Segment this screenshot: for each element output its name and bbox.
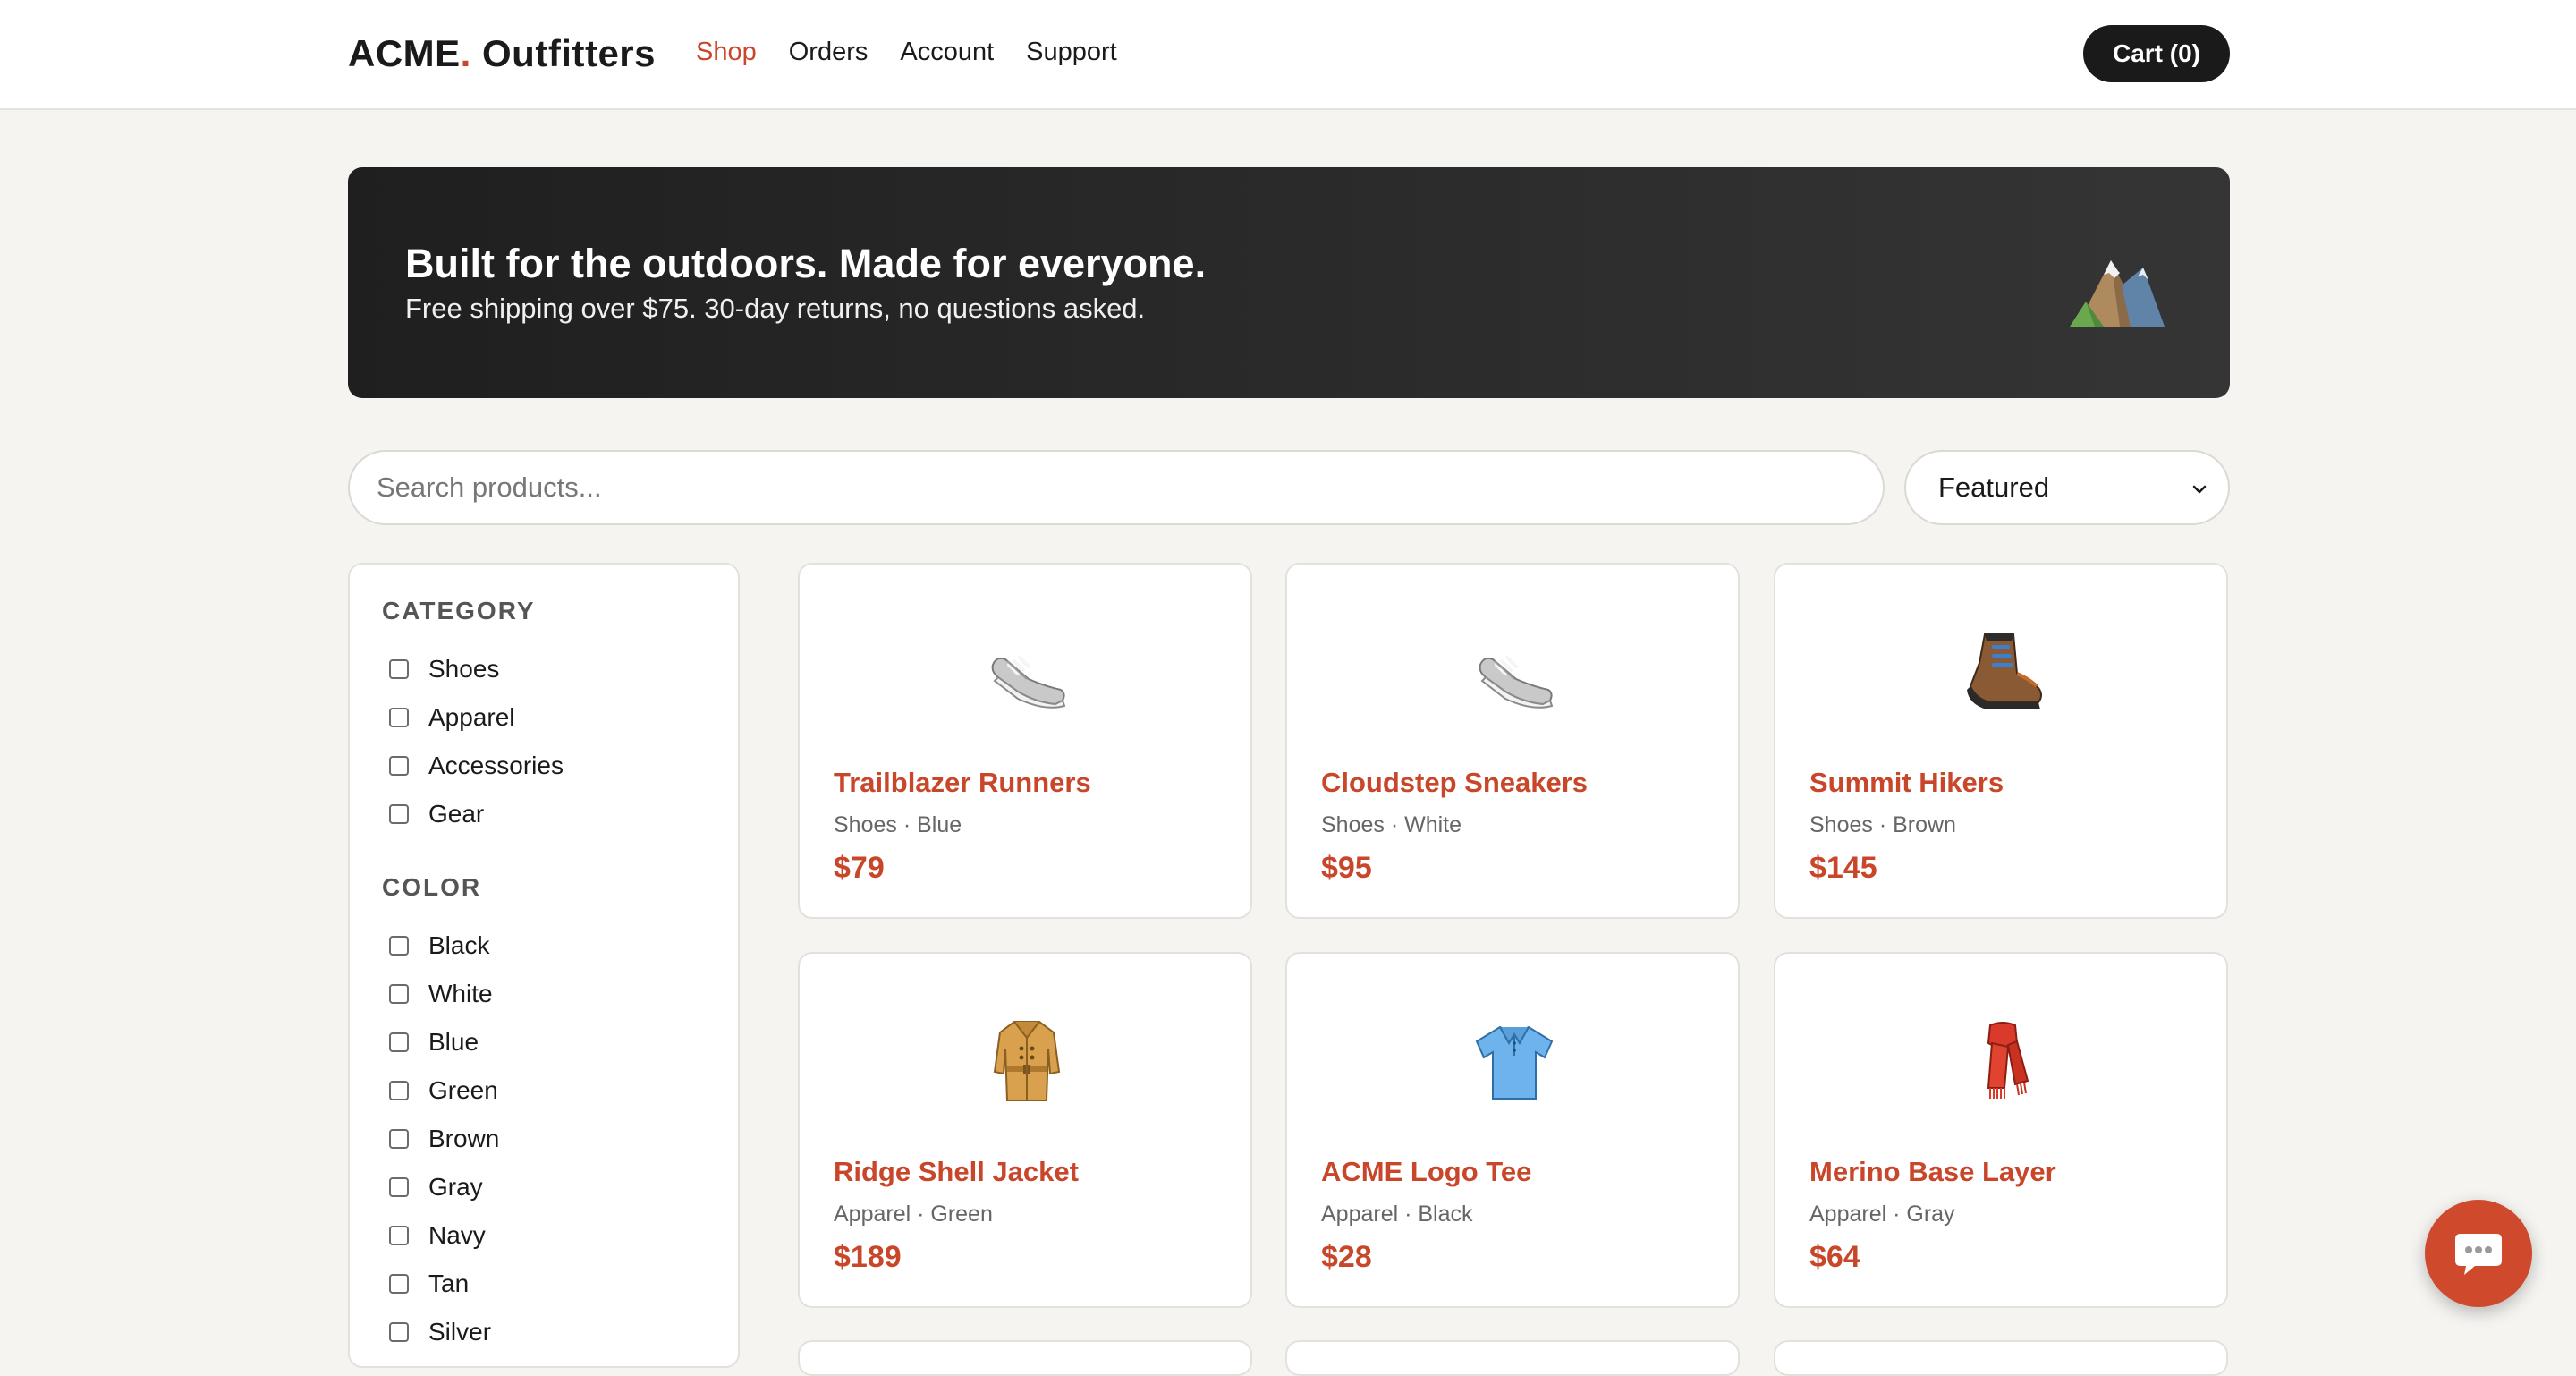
product-name[interactable]: Summit Hikers <box>1809 767 2004 799</box>
filter-color-silver[interactable]: Silver <box>389 1314 491 1350</box>
checkbox[interactable] <box>389 1226 409 1245</box>
product-card[interactable]: ACME Logo Tee Apparel · Black $28 <box>1285 952 1740 1308</box>
filter-color-brown[interactable]: Brown <box>389 1121 499 1157</box>
checkbox[interactable] <box>389 756 409 776</box>
filter-color-gray[interactable]: Gray <box>389 1169 483 1205</box>
filter-label: White <box>428 980 493 1007</box>
cart-button[interactable]: Cart (0) <box>2083 25 2230 82</box>
filter-label: Gear <box>428 800 485 828</box>
checkbox[interactable] <box>389 1081 409 1100</box>
filter-color-navy[interactable]: Navy <box>389 1218 486 1253</box>
product-name[interactable]: Ridge Shell Jacket <box>834 1156 1079 1188</box>
nav-support[interactable]: Support <box>1026 38 1117 67</box>
filter-color-green[interactable]: Green <box>389 1073 498 1108</box>
filter-category-apparel[interactable]: Apparel <box>389 700 515 735</box>
checkbox[interactable] <box>389 1177 409 1197</box>
chevron-down-icon <box>2192 485 2207 494</box>
filter-category-accessories[interactable]: Accessories <box>389 748 564 784</box>
checkbox[interactable] <box>389 1274 409 1294</box>
filter-label: Black <box>428 931 490 959</box>
hiking-boot-icon <box>1967 633 2042 709</box>
nav-account[interactable]: Account <box>900 38 994 67</box>
sort-select[interactable]: Featured <box>1904 450 2230 525</box>
filter-label: Gray <box>428 1173 483 1201</box>
running-shoe-icon <box>1479 656 1554 709</box>
mountain-icon <box>2070 260 2165 327</box>
product-card[interactable] <box>1774 1340 2228 1376</box>
brand-dot: . <box>460 32 471 74</box>
brand-suffix: Outfitters <box>470 32 657 74</box>
product-card[interactable] <box>1285 1340 1740 1376</box>
product-meta: Apparel · Black <box>1321 1202 1473 1227</box>
filter-label: Green <box>428 1076 498 1104</box>
product-price: $145 <box>1809 851 1877 885</box>
product-card[interactable] <box>798 1340 1252 1376</box>
product-name[interactable]: Cloudstep Sneakers <box>1321 767 1588 799</box>
product-name[interactable]: Merino Base Layer <box>1809 1156 2056 1188</box>
product-price: $189 <box>834 1240 902 1274</box>
color-filter-title: COLOR <box>382 873 482 901</box>
product-price: $79 <box>834 851 885 885</box>
scarf-icon <box>1987 1022 2029 1099</box>
filter-label: Brown <box>428 1125 500 1152</box>
checkbox[interactable] <box>389 659 409 679</box>
product-price: $95 <box>1321 851 1372 885</box>
checkbox[interactable] <box>389 708 409 727</box>
filter-sidebar: CATEGORY Shoes Apparel Accessories Gear … <box>348 563 740 1368</box>
checkbox[interactable] <box>389 1322 409 1342</box>
filter-category-shoes[interactable]: Shoes <box>389 651 499 687</box>
product-card[interactable]: Summit Hikers Shoes · Brown $145 <box>1774 563 2228 919</box>
nav-orders[interactable]: Orders <box>789 38 869 67</box>
filter-label: Blue <box>428 1028 479 1056</box>
nav-shop[interactable]: Shop <box>696 38 757 67</box>
filter-color-white[interactable]: White <box>389 976 493 1012</box>
filter-label: Shoes <box>428 655 500 683</box>
sort-selected-value: Featured <box>1938 471 2050 503</box>
filter-category-gear[interactable]: Gear <box>389 796 484 832</box>
hero-title: Built for the outdoors. Made for everyon… <box>405 241 1207 286</box>
checkbox[interactable] <box>389 936 409 956</box>
hero-subtitle: Free shipping over $75. 30-day returns, … <box>405 293 1146 324</box>
product-meta: Apparel · Gray <box>1809 1202 1955 1227</box>
search-input[interactable] <box>348 450 1885 525</box>
product-meta: Shoes · Brown <box>1809 812 1956 837</box>
chat-button[interactable] <box>2425 1200 2532 1307</box>
coat-icon <box>993 1021 1061 1101</box>
filter-label: Accessories <box>428 752 564 779</box>
checkbox[interactable] <box>389 804 409 824</box>
filter-color-black[interactable]: Black <box>389 928 489 964</box>
chat-bubble-icon <box>2455 1234 2502 1275</box>
main-nav: Shop Orders Account Support <box>696 38 1117 67</box>
filter-label: Tan <box>428 1270 470 1297</box>
product-meta: Shoes · Blue <box>834 812 962 837</box>
product-card[interactable]: Cloudstep Sneakers Shoes · White $95 <box>1285 563 1740 919</box>
product-meta: Shoes · White <box>1321 812 1462 837</box>
checkbox[interactable] <box>389 1032 409 1052</box>
product-card[interactable]: Ridge Shell Jacket Apparel · Green $189 <box>798 952 1252 1308</box>
product-name[interactable]: Trailblazer Runners <box>834 767 1091 799</box>
product-card[interactable]: Merino Base Layer Apparel · Gray $64 <box>1774 952 2228 1308</box>
brand-name: ACME <box>348 32 461 74</box>
checkbox[interactable] <box>389 984 409 1004</box>
checkbox[interactable] <box>389 1129 409 1149</box>
filter-color-blue[interactable]: Blue <box>389 1024 479 1060</box>
filter-color-tan[interactable]: Tan <box>389 1266 469 1302</box>
product-meta: Apparel · Green <box>834 1202 993 1227</box>
product-price: $28 <box>1321 1240 1372 1274</box>
shirt-icon <box>1475 1025 1554 1100</box>
product-card[interactable]: Trailblazer Runners Shoes · Blue $79 <box>798 563 1252 919</box>
brand-logo[interactable]: ACME. Outfitters <box>348 32 656 75</box>
filter-label: Apparel <box>428 703 515 731</box>
hero-banner: Built for the outdoors. Made for everyon… <box>348 167 2230 398</box>
filter-label: Silver <box>428 1318 492 1346</box>
top-nav-bar: ACME. Outfitters Shop Orders Account Sup… <box>0 0 2576 110</box>
filter-label: Navy <box>428 1221 486 1249</box>
running-shoe-icon <box>991 656 1066 709</box>
product-name[interactable]: ACME Logo Tee <box>1321 1156 1531 1188</box>
category-filter-title: CATEGORY <box>382 597 536 624</box>
product-price: $64 <box>1809 1240 1860 1274</box>
